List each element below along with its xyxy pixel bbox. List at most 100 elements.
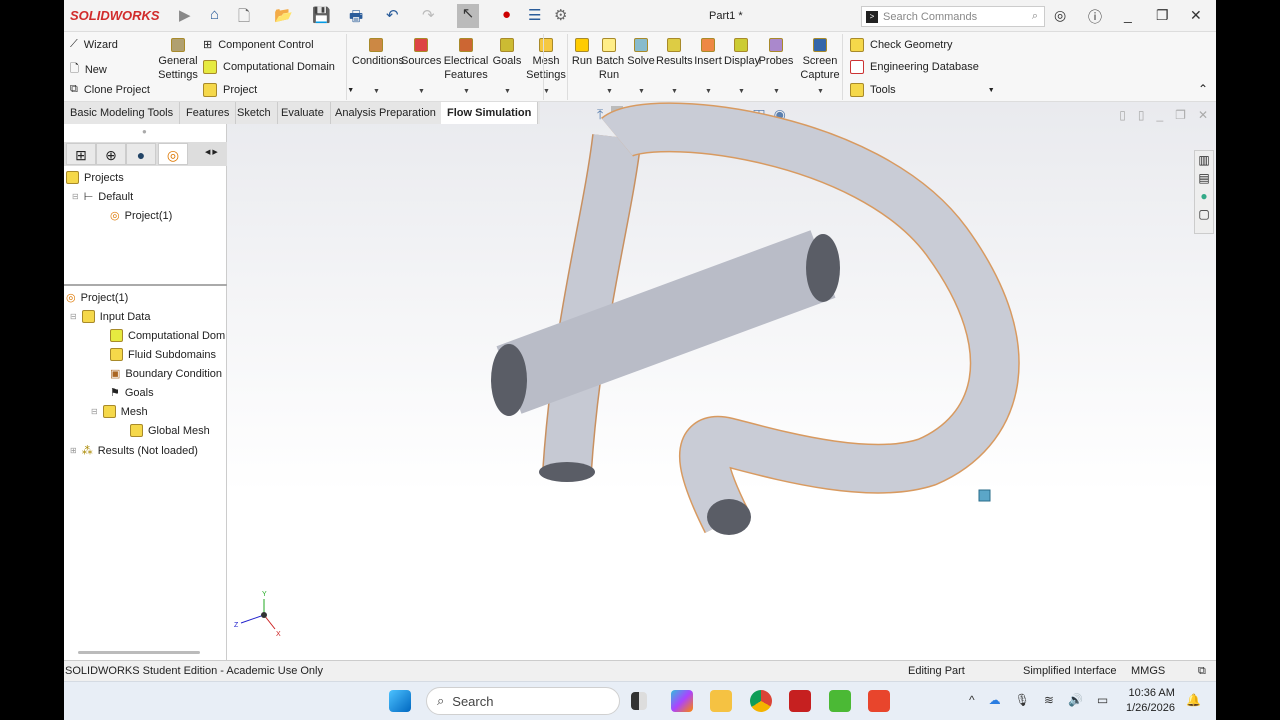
- show-hidden-icons-icon[interactable]: ^: [969, 693, 975, 707]
- close-button[interactable]: ✕: [1190, 7, 1202, 24]
- dropdown-icon[interactable]: ▼: [504, 88, 511, 95]
- tree-item-global-mesh[interactable]: Global Mesh: [130, 424, 210, 437]
- camtasia-recorder-icon[interactable]: [868, 690, 890, 712]
- start-button-icon[interactable]: [389, 690, 411, 712]
- batch-run-button[interactable]: Batch Run: [596, 38, 624, 82]
- dropdown-icon[interactable]: ▼: [373, 88, 380, 95]
- tree-item-results[interactable]: ⊞ ⁂ Results (Not loaded): [70, 444, 198, 458]
- camtasia-icon[interactable]: [829, 690, 851, 712]
- insert-button[interactable]: Insert: [694, 38, 722, 68]
- notifications-icon[interactable]: 🔔: [1186, 693, 1201, 707]
- dropdown-icon[interactable]: ▼: [638, 88, 645, 95]
- tree-item-goals[interactable]: ⚑ Goals: [110, 386, 154, 400]
- rebuild-icon[interactable]: ●: [502, 6, 511, 23]
- minimize-button[interactable]: _: [1124, 7, 1132, 23]
- select-icon[interactable]: ↖: [457, 4, 479, 28]
- dropdown-icon[interactable]: ▼: [773, 88, 780, 95]
- screen-capture-button[interactable]: Screen Capture: [800, 38, 840, 82]
- electrical-features-button[interactable]: Electrical Features: [443, 38, 489, 82]
- dropdown-icon[interactable]: ▼: [705, 88, 712, 95]
- engineering-database-button[interactable]: Engineering Database: [850, 60, 979, 74]
- file-properties-icon[interactable]: ☰: [528, 6, 541, 24]
- save-icon[interactable]: 💾: [312, 6, 331, 24]
- restore-button[interactable]: ❐: [1156, 7, 1169, 24]
- tools-button[interactable]: Tools ▼: [850, 83, 995, 97]
- graphics-viewport[interactable]: ⤒ ↖ ✥ ↻ ⊕ ⊙ ▣ ◧ ◫ ◉ ▯ ▯ _ ❐ ✕ ▥ ▤ ● ▢ Y X Z: [227, 102, 1216, 660]
- configuration-manager-tab-icon[interactable]: ⊕: [96, 143, 126, 165]
- print-icon[interactable]: 🖶: [349, 6, 363, 31]
- collapse-ribbon-icon[interactable]: ⌃: [1198, 82, 1208, 96]
- file-explorer-icon[interactable]: [710, 690, 732, 712]
- tree-item-mesh[interactable]: ⊟ Mesh: [91, 405, 148, 418]
- general-settings-button[interactable]: General Settings: [158, 38, 198, 82]
- goals-button[interactable]: Goals: [491, 38, 523, 68]
- solidworks-taskbar-icon[interactable]: [789, 690, 811, 712]
- battery-icon[interactable]: ▭: [1097, 693, 1108, 707]
- feature-manager-tab-icon[interactable]: ⊞: [66, 143, 96, 165]
- home-icon[interactable]: ⌂: [210, 6, 219, 23]
- help-icon[interactable]: ⓘ: [1088, 7, 1102, 27]
- flow-simulation-tab-icon[interactable]: ◎: [158, 143, 188, 165]
- unit-system[interactable]: MMGS: [1131, 665, 1165, 677]
- wifi-icon[interactable]: ≋: [1044, 693, 1054, 707]
- mesh-settings-button[interactable]: Mesh Settings: [526, 38, 566, 82]
- dropdown-icon[interactable]: ▼: [671, 88, 678, 95]
- new-document-icon[interactable]: 🗋: [238, 6, 250, 31]
- pipe-model[interactable]: Y X Z: [227, 102, 1216, 660]
- redo-icon[interactable]: ↷: [422, 6, 435, 24]
- new-project-button[interactable]: 🗋 New: [70, 60, 107, 79]
- dropdown-icon[interactable]: ▼: [817, 88, 824, 95]
- dropdown-icon[interactable]: ▼: [463, 88, 470, 95]
- tree-item-project[interactable]: ◎ Project(1): [110, 209, 172, 223]
- volume-icon[interactable]: 🔊: [1068, 693, 1083, 707]
- conditions-button[interactable]: Conditions: [352, 38, 404, 68]
- tree-item-fluid-subdomains[interactable]: Fluid Subdomains: [110, 348, 216, 361]
- microphone-icon[interactable]: 🎙: [1015, 693, 1030, 707]
- results-button[interactable]: Results: [656, 38, 693, 68]
- computational-domain-button[interactable]: Computational Domain: [203, 60, 335, 74]
- wizard-button[interactable]: ⟋ Wizard: [70, 38, 118, 51]
- dropdown-icon[interactable]: ▼: [606, 88, 613, 95]
- probes-button[interactable]: Probes: [757, 38, 795, 68]
- dropdown-icon[interactable]: ▼: [418, 88, 425, 95]
- tree-item-boundary-conditions[interactable]: ▣ Boundary Condition: [110, 367, 222, 381]
- account-icon[interactable]: ◎: [1054, 7, 1066, 24]
- tree-item-input-data[interactable]: ⊟ Input Data: [70, 310, 150, 323]
- interface-mode[interactable]: Simplified Interface: [1023, 665, 1117, 677]
- tab-basic-modeling-tools[interactable]: Basic Modeling Tools: [64, 102, 181, 124]
- panel-collapse-handle[interactable]: ●: [142, 127, 147, 136]
- task-view-icon[interactable]: [631, 692, 647, 710]
- tree-item-computational-domain[interactable]: Computational Dom: [110, 329, 225, 342]
- onedrive-icon[interactable]: ☁: [989, 693, 1001, 707]
- run-button[interactable]: Run: [571, 38, 593, 68]
- options-gear-icon[interactable]: ⚙: [554, 6, 567, 24]
- project-button[interactable]: Project ▼: [203, 83, 354, 97]
- search-commands-input[interactable]: > Search Commands ⌕: [861, 6, 1045, 27]
- clock[interactable]: 10:36 AM 1/26/2026: [1126, 686, 1175, 716]
- tree-item-default[interactable]: ⊟ ⊢ Default: [72, 190, 133, 204]
- dropdown-icon[interactable]: ▼: [543, 88, 550, 95]
- dropdown-icon[interactable]: ▼: [738, 88, 745, 95]
- tab-sketch[interactable]: Sketch: [231, 102, 278, 124]
- tab-analysis-preparation[interactable]: Analysis Preparation: [329, 102, 443, 124]
- display-manager-tab-icon[interactable]: ●: [126, 143, 156, 165]
- open-icon[interactable]: 📂: [274, 6, 293, 24]
- tree-item-projects[interactable]: Projects: [66, 171, 124, 184]
- tab-features[interactable]: Features: [180, 102, 237, 124]
- tab-evaluate[interactable]: Evaluate: [275, 102, 331, 124]
- taskbar-search[interactable]: ⌕ Search: [426, 687, 620, 715]
- sources-button[interactable]: Sources: [401, 38, 441, 68]
- customize-icon[interactable]: ⧉: [1198, 665, 1206, 678]
- expand-menu-icon[interactable]: ▶: [179, 6, 191, 24]
- panel-splitter[interactable]: [64, 284, 227, 286]
- tree-item-project-root[interactable]: ◎ Project(1): [66, 291, 128, 305]
- undo-icon[interactable]: ↶: [386, 6, 399, 24]
- clone-project-button[interactable]: ⧉ Clone Project: [70, 83, 150, 96]
- check-geometry-button[interactable]: Check Geometry: [850, 38, 953, 52]
- display-button[interactable]: Display: [724, 38, 760, 68]
- tab-flow-simulation[interactable]: Flow Simulation: [441, 102, 539, 124]
- chrome-icon[interactable]: [750, 690, 772, 712]
- solve-button[interactable]: Solve: [627, 38, 655, 68]
- horizontal-scrollbar[interactable]: [78, 651, 200, 654]
- microsoft-365-icon[interactable]: [671, 690, 693, 712]
